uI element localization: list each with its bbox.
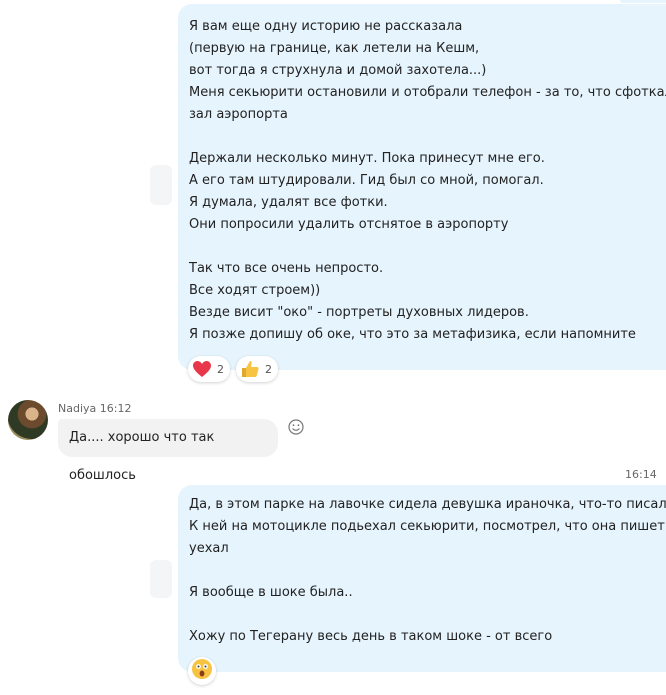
reaction-count: 2: [265, 362, 272, 376]
message-line: Все ходят строем)): [189, 283, 321, 298]
shocked-reaction[interactable]: [188, 657, 216, 685]
outgoing-message-bubble[interactable]: Да, в этом парке на лавочке сидела девуш…: [178, 485, 666, 672]
shocked-face-icon: [191, 658, 213, 684]
message-line: Я вообще в шоке была..: [189, 585, 353, 600]
thumbs-up-icon: [239, 358, 261, 380]
message-line: А его там штудировали. Гид был со мной, …: [189, 173, 544, 188]
message-line: К ней на мотоцикле подьехал секьюрити, п…: [189, 519, 666, 534]
message-hover-placeholder: [150, 560, 172, 598]
message-line: Держали несколько минут. Пока принесут м…: [189, 151, 545, 166]
message-line: зал аэропорта: [189, 107, 288, 122]
avatar[interactable]: [8, 400, 48, 440]
add-reaction-icon[interactable]: [287, 418, 305, 436]
message-line: Так что все очень непросто.: [189, 261, 384, 276]
message-line: Я думала, удалят все фотки.: [189, 195, 388, 210]
message-timestamp: 16:14: [625, 468, 657, 481]
previous-message-bubble-edge: [620, 0, 666, 3]
message-line: [189, 126, 666, 148]
message-line: уехал: [189, 541, 229, 556]
sender-name-time: Nadiya 16:12: [58, 402, 132, 415]
message-line: Да, в этом парке на лавочке сидела девуш…: [189, 497, 666, 512]
message-line: Хожу по Тегерану весь день в таком шоке …: [189, 629, 553, 644]
message-line: (первую на границе, как летели на Кешм,: [189, 41, 480, 56]
message-reactions: 2 2: [188, 356, 278, 382]
message-line: вот тогда я струхнула и домой захотела..…: [189, 63, 487, 78]
message-line: Я вам еще одну историю не рассказала: [189, 19, 463, 34]
message-line: Меня секьюрити остановили и отобрали тел…: [189, 85, 666, 100]
message-line: Я позже допишу об оке, что это за метафи…: [189, 327, 636, 342]
message-line: Они попросили удалить отснятое в аэропор…: [189, 217, 509, 232]
message-line: [189, 560, 666, 582]
reaction-count: 2: [217, 362, 224, 376]
heart-reaction[interactable]: 2: [188, 356, 230, 382]
incoming-message-bubble[interactable]: Да.... хорошо что так обошлось: [58, 419, 278, 483]
message-line: Везде висит "око" - портреты духовных ли…: [189, 305, 529, 320]
message-line: [189, 236, 666, 258]
message-line: [189, 604, 666, 626]
thumbs-up-reaction[interactable]: 2: [236, 356, 278, 382]
heart-icon: [191, 358, 213, 380]
outgoing-message-bubble[interactable]: Я вам еще одну историю не рассказала (пе…: [178, 4, 666, 370]
message-hover-placeholder: [150, 165, 172, 205]
